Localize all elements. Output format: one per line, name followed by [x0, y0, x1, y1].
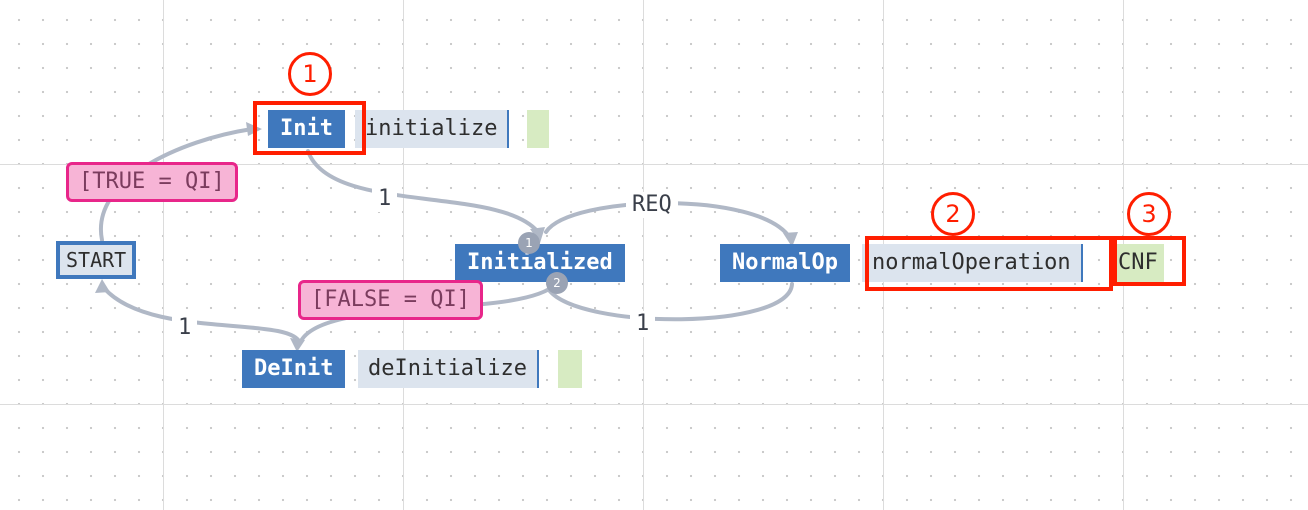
- arrowhead-start: [95, 279, 110, 293]
- edge-label-init-to-initialized: 1: [372, 186, 398, 212]
- callout-3: 3: [1127, 192, 1171, 236]
- output-deinit-empty: [558, 350, 582, 388]
- highlight-box-normal-operation: [865, 236, 1113, 291]
- highlight-box-init: [253, 101, 366, 155]
- algorithm-deinitialize[interactable]: deInitialize: [358, 350, 539, 388]
- edge-init-to-initialized: [306, 149, 540, 234]
- callout-1: 1: [288, 52, 332, 96]
- condition-false-qi[interactable]: [FALSE = QI]: [298, 280, 483, 320]
- edge-label-normal-to-initialized: 1: [630, 311, 656, 337]
- priority-badge-1: 1: [518, 232, 540, 254]
- algorithm-initialize[interactable]: initialize: [355, 110, 510, 148]
- state-start[interactable]: START: [56, 241, 137, 279]
- state-deinit[interactable]: DeInit: [242, 350, 346, 388]
- output-init-empty: [527, 110, 549, 148]
- condition-true-qi[interactable]: [TRUE = QI]: [66, 162, 238, 202]
- edge-normal-to-initialized: [547, 282, 794, 322]
- edge-deinit-to-start: [102, 286, 302, 345]
- ecc-diagram: START Init initialize Initialized Normal…: [0, 0, 1308, 510]
- priority-badge-2: 2: [546, 272, 568, 294]
- edge-label-req[interactable]: REQ: [626, 192, 678, 218]
- state-normal-op[interactable]: NormalOp: [720, 244, 850, 282]
- edge-label-deinit-to-start: 1: [172, 315, 198, 341]
- callout-2: 2: [931, 192, 975, 236]
- highlight-box-cnf: [1113, 236, 1186, 286]
- state-initialized[interactable]: Initialized: [455, 244, 625, 282]
- state-start-label: START: [60, 245, 133, 275]
